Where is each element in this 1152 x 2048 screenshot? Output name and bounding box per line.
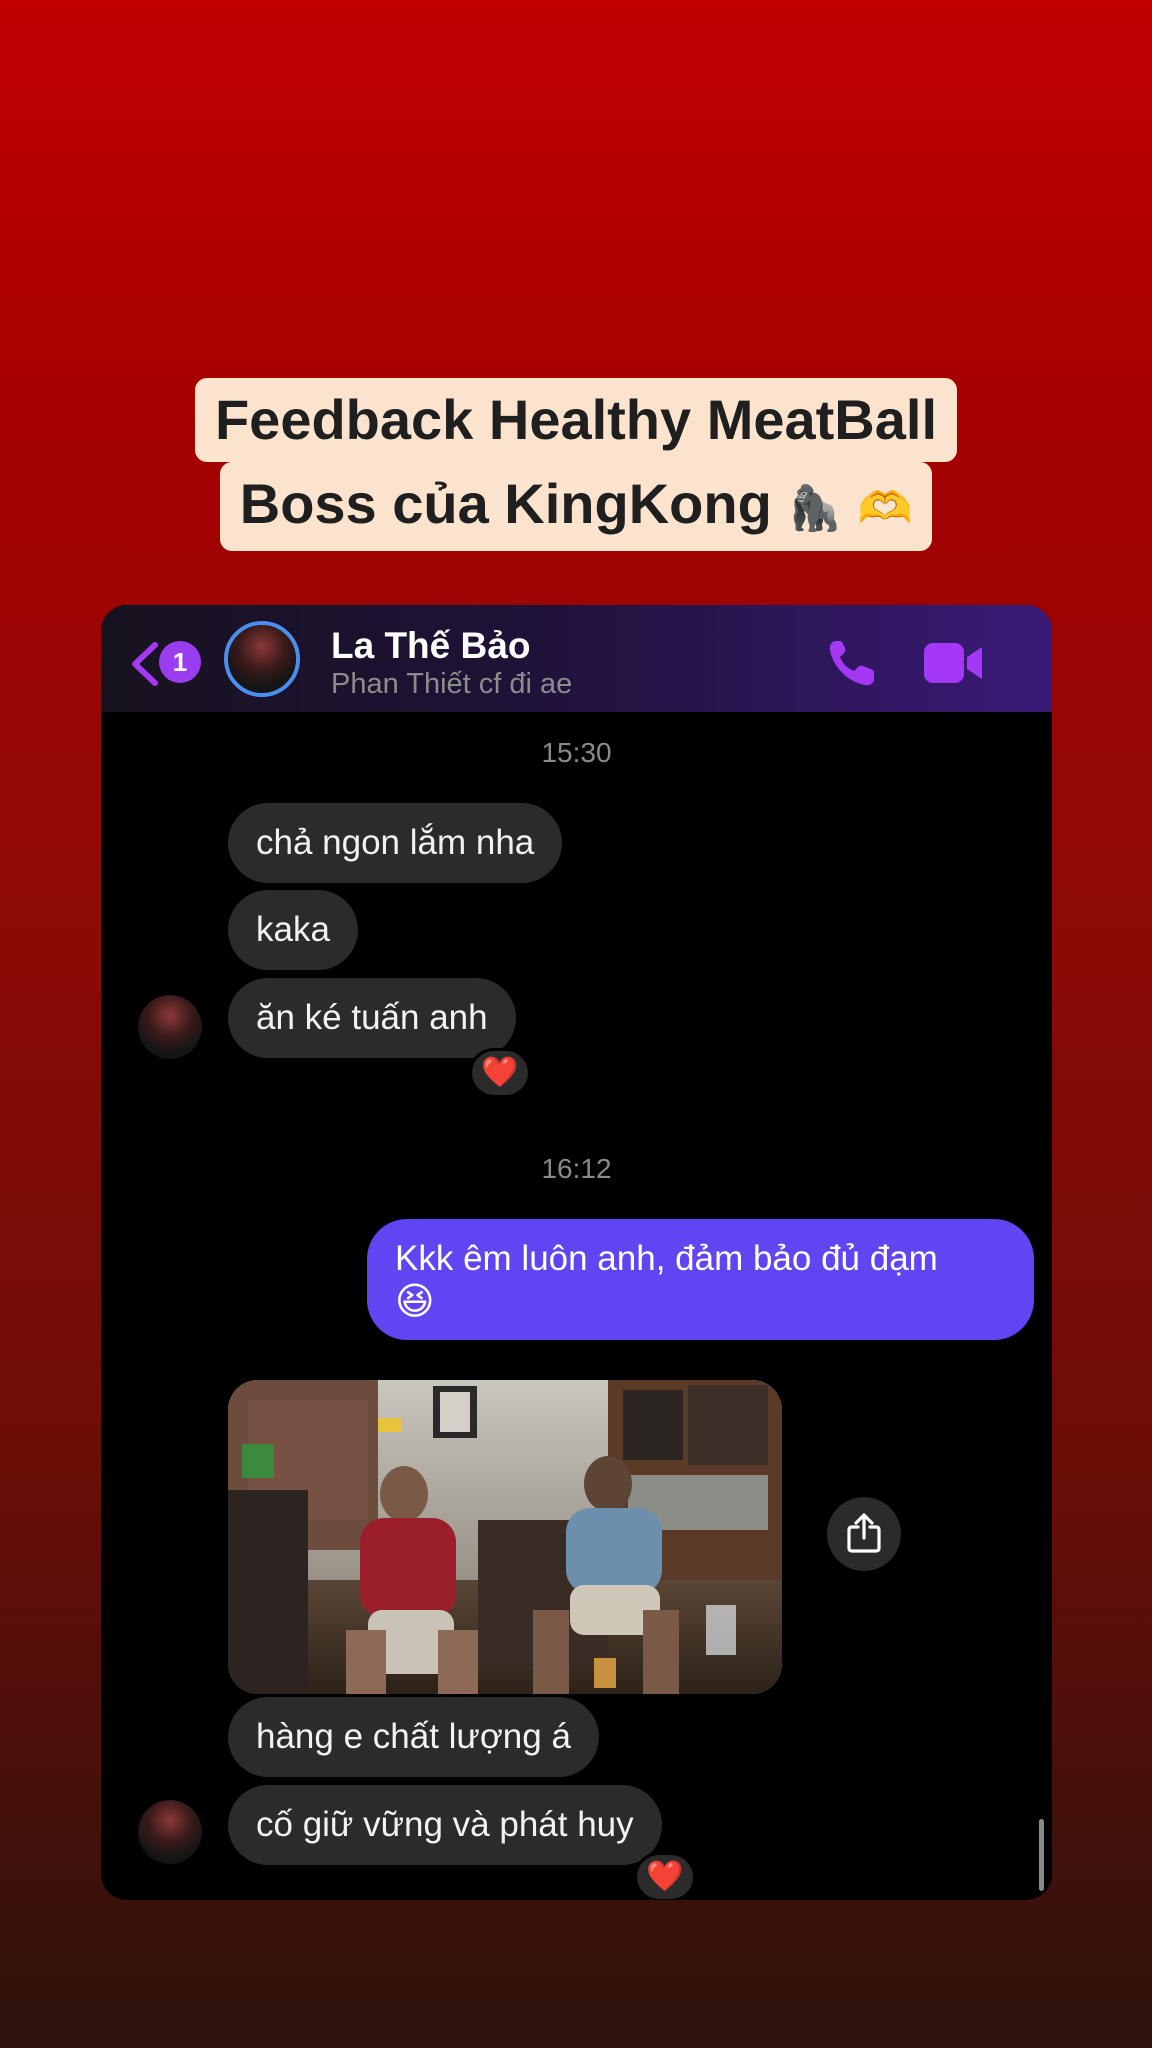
heart-icon: ❤️ — [481, 1055, 519, 1090]
incoming-message[interactable]: ăn ké tuấn anh — [228, 978, 516, 1058]
timestamp: 16:12 — [541, 1153, 612, 1184]
back-chevron-icon[interactable] — [129, 641, 161, 687]
chat-screen: 1 La Thế Bảo Phan Thiết cf đi ae 15:30 c… — [101, 605, 1052, 1900]
heart-reaction[interactable]: ❤️ — [469, 1048, 531, 1098]
timestamp: 15:30 — [541, 737, 612, 768]
photo-attachment[interactable] — [228, 1380, 782, 1694]
avatar-image — [138, 995, 202, 1059]
incoming-message[interactable]: chả ngon lắm nha — [228, 803, 563, 883]
incoming-message[interactable]: hàng e chất lượng á — [228, 1697, 599, 1777]
chat-header: 1 La Thế Bảo Phan Thiết cf đi ae — [101, 605, 1052, 712]
outgoing-message[interactable]: Kkk êm luôn anh, đảm bảo đủ đạm 😆 — [367, 1219, 1034, 1340]
avatar-image — [228, 625, 296, 693]
outgoing-message-text: Kkk êm luôn anh, đảm bảo đủ đạm — [395, 1239, 938, 1278]
share-button[interactable] — [827, 1497, 901, 1571]
caption-line-1: Feedback Healthy MeatBall — [0, 378, 1152, 462]
incoming-message[interactable]: kaka — [228, 890, 358, 970]
caption-line-2-box: Boss của KingKong 🦍 🫶 — [219, 462, 933, 551]
caption-line-2: Boss của KingKong 🦍 🫶 — [0, 462, 1152, 551]
unread-badge[interactable]: 1 — [159, 641, 201, 683]
photo-cafe-scene — [228, 1380, 782, 1694]
heart-icon: ❤️ — [646, 1859, 684, 1894]
phone-icon[interactable] — [826, 637, 878, 689]
avatar-image — [138, 1800, 202, 1864]
scrollbar[interactable] — [1039, 1819, 1044, 1891]
caption-emoji: 🦍 🫶 — [787, 483, 913, 534]
sender-avatar[interactable] — [138, 995, 202, 1059]
contact-name[interactable]: La Thế Bảo — [331, 625, 530, 667]
caption-line-2-text: Boss của KingKong — [239, 472, 772, 535]
share-icon — [847, 1513, 881, 1553]
video-camera-icon[interactable] — [922, 641, 984, 685]
sender-avatar[interactable] — [138, 1800, 202, 1864]
laughing-emoji: 😆 — [395, 1279, 435, 1323]
heart-reaction[interactable]: ❤️ — [634, 1852, 696, 1900]
incoming-message[interactable]: cố giữ vững và phát huy — [228, 1785, 662, 1865]
contact-avatar[interactable] — [224, 621, 300, 697]
contact-subtitle: Phan Thiết cf đi ae — [331, 668, 573, 700]
caption-line-1-text: Feedback Healthy MeatBall — [194, 378, 958, 462]
